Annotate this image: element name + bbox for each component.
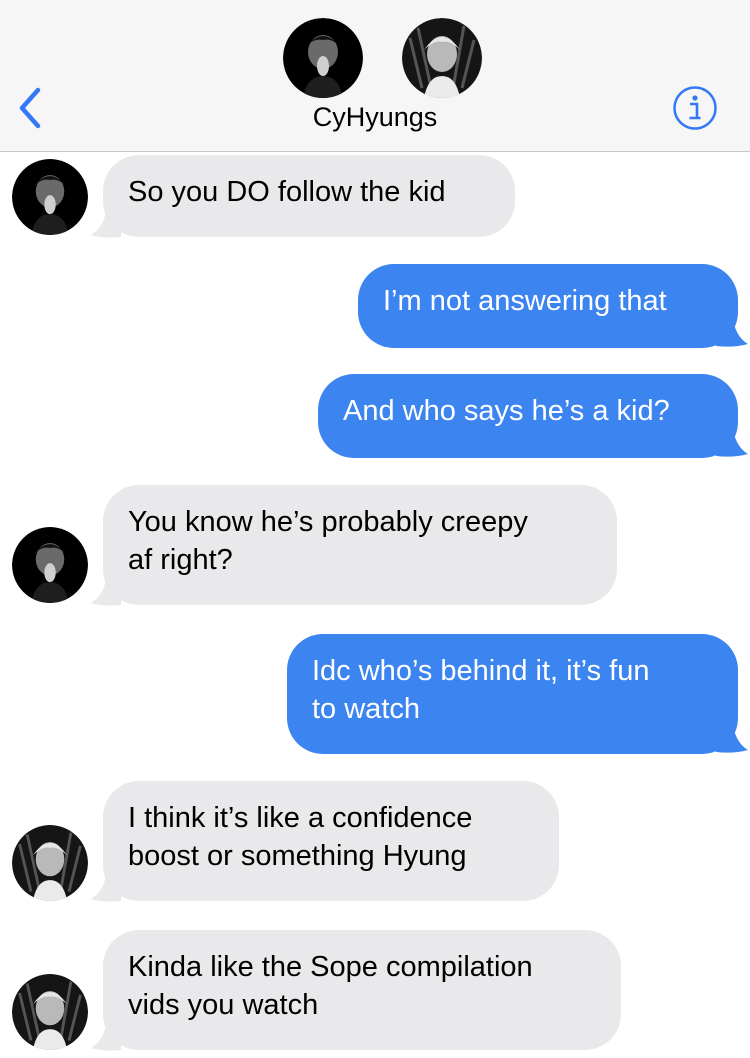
message-text: I’m not answering that: [383, 285, 667, 317]
message-bubble[interactable]: Kinda like the Sope compilation vids you…: [103, 930, 621, 1050]
conversation-title[interactable]: CyHyungs: [0, 102, 750, 133]
group-member-avatar-light[interactable]: [402, 18, 482, 98]
info-circle-icon: [673, 86, 717, 130]
message-bubble[interactable]: I’m not answering that: [358, 264, 738, 348]
person-silhouette-icon: [12, 825, 88, 901]
message-bubble[interactable]: Idc who’s behind it, it’s fun to watch: [287, 634, 738, 754]
message-text-line: to watch: [312, 693, 420, 725]
person-silhouette-icon: [12, 974, 88, 1050]
sender-avatar[interactable]: [12, 527, 88, 603]
conversation-header: CyHyungs: [0, 0, 750, 152]
sender-avatar[interactable]: [12, 974, 88, 1050]
message-text-line: I think it’s like a confidence: [128, 802, 473, 834]
message-row: You know he’s probably creepy af right?: [0, 485, 750, 610]
message-row: I’m not answering that: [0, 264, 750, 354]
message-bubble[interactable]: So you DO follow the kid: [103, 155, 515, 237]
message-text: So you DO follow the kid: [128, 176, 446, 208]
message-bubble[interactable]: You know he’s probably creepy af right?: [103, 485, 617, 605]
message-row: And who says he’s a kid?: [0, 374, 750, 464]
message-text-line: Kinda like the Sope compilation: [128, 951, 533, 983]
message-row: So you DO follow the kid: [0, 155, 750, 245]
message-text-line: af right?: [128, 544, 233, 576]
message-text-line: Idc who’s behind it, it’s fun: [312, 655, 650, 687]
person-silhouette-icon: [283, 18, 363, 98]
message-row: Idc who’s behind it, it’s fun to watch: [0, 634, 750, 759]
group-member-avatar-dark[interactable]: [283, 18, 363, 98]
message-row: I think it’s like a confidence boost or …: [0, 781, 750, 906]
message-text-line: You know he’s probably creepy: [128, 506, 528, 538]
message-text-line: vids you watch: [128, 989, 319, 1021]
person-silhouette-icon: [12, 159, 88, 235]
message-bubble[interactable]: I think it’s like a confidence boost or …: [103, 781, 559, 901]
person-silhouette-icon: [12, 527, 88, 603]
message-text-line: boost or something Hyung: [128, 840, 467, 872]
message-text: And who says he’s a kid?: [343, 395, 670, 427]
sender-avatar[interactable]: [12, 825, 88, 901]
message-row: Kinda like the Sope compilation vids you…: [0, 930, 750, 1056]
person-silhouette-icon: [402, 18, 482, 98]
sender-avatar[interactable]: [12, 159, 88, 235]
message-bubble[interactable]: And who says he’s a kid?: [318, 374, 738, 458]
info-button[interactable]: [672, 85, 718, 131]
